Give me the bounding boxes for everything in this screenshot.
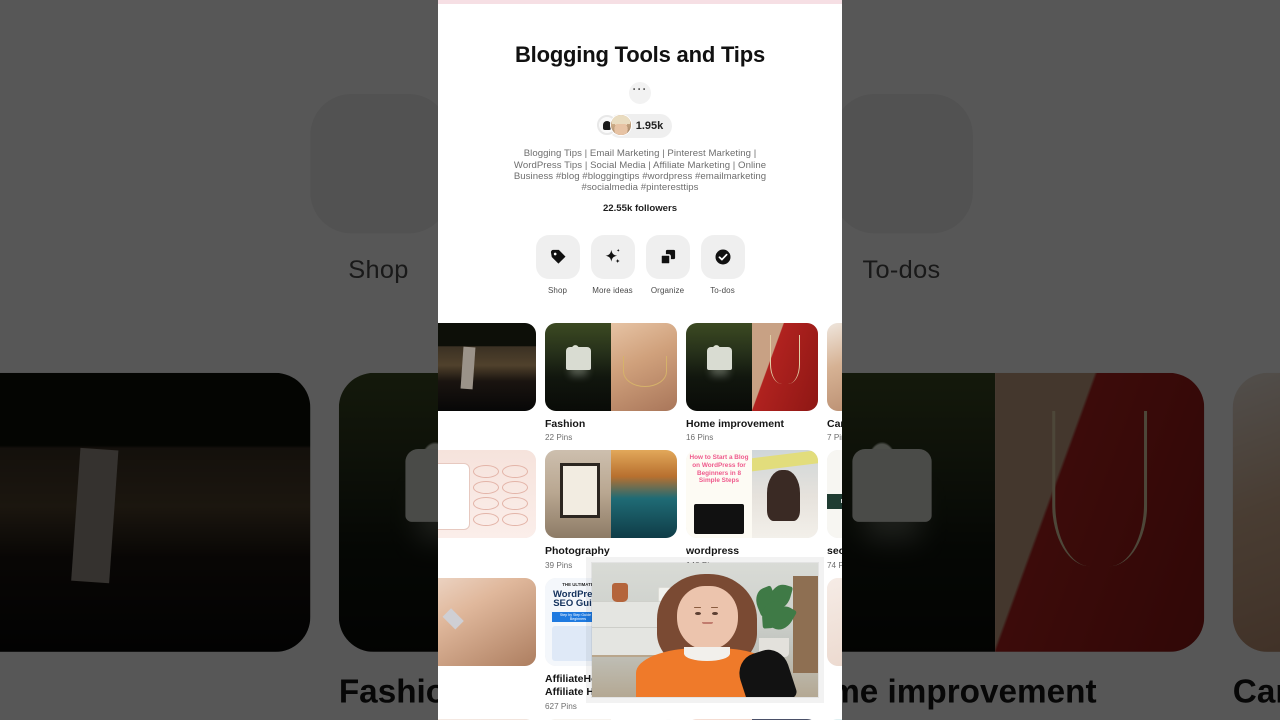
video-overlay-presenter[interactable] <box>592 563 818 697</box>
board-card-home-improvement[interactable]: Home improvement 16 Pins <box>686 322 818 443</box>
board-card-partial-3d[interactable] <box>827 578 842 711</box>
board-thumbnail[interactable] <box>545 322 677 411</box>
layers-icon <box>659 249 675 265</box>
action-button-shop[interactable]: Shop <box>535 234 580 295</box>
board-card-partial-left[interactable] <box>438 322 536 443</box>
thumb-art-placeholder <box>827 578 842 667</box>
board-pin-count: 627 Pins <box>545 701 577 711</box>
thumb-art-chain-necklace <box>827 322 842 411</box>
organize-button-surface[interactable] <box>645 234 690 279</box>
board-pin-count: 74 Pins <box>827 561 842 571</box>
board-card-photography[interactable]: Photography 39 Pins <box>545 450 677 570</box>
board-card-partial-left-3[interactable]: g <box>438 578 536 711</box>
more-horizontal-icon: ··· <box>632 82 648 97</box>
page-title: Blogging Tools and Tips <box>514 42 765 67</box>
boards-row-2: Photography 39 Pins How to Start a Blog … <box>438 450 842 570</box>
board-name: Fashion <box>545 417 586 430</box>
board-thumbnail[interactable]: AI SEOTOOLSBLOGGING <box>827 450 842 539</box>
sparkle-icon <box>605 248 620 263</box>
boards-row-1: Fashion 22 Pins Home improvement 16 Pins <box>438 322 842 443</box>
board-thumbnail[interactable] <box>827 578 842 667</box>
thumb-art-necklace-gold <box>611 322 677 411</box>
action-button-todos[interactable]: To-dos <box>700 234 745 295</box>
thumb-art-heart-necklace <box>438 578 536 667</box>
collaborators-row[interactable]: 1.95k <box>452 114 828 139</box>
action-button-organize[interactable]: Organize <box>645 234 690 295</box>
board-name: Home improvement <box>686 417 785 430</box>
presenter-face <box>676 586 738 651</box>
board-pin-count: 22 Pins <box>545 433 573 443</box>
thumb-art-necklace-red <box>752 322 818 411</box>
screen-root: Blogging Tools and Tips ••• 1.95k Bloggi… <box>0 0 1280 720</box>
board-card-career[interactable]: Career 7 Pins <box>827 322 842 443</box>
board-thumbnail[interactable] <box>438 450 536 539</box>
thumb-art-wordpress-blog-pin: How to Start a Blog on WordPress for Beg… <box>686 450 752 539</box>
board-thumbnail[interactable] <box>686 322 818 411</box>
video-prop-vase <box>612 583 629 602</box>
shop-button-surface[interactable] <box>535 234 580 279</box>
todos-button-surface[interactable] <box>700 234 745 279</box>
overflow-menu-button[interactable]: ··· <box>629 82 651 105</box>
thumb-art-witch-doctor <box>438 322 536 411</box>
board-thumbnail[interactable] <box>438 578 536 667</box>
action-label-more-ideas: More ideas <box>592 285 633 295</box>
board-thumbnail[interactable] <box>438 322 536 411</box>
board-card-partial-left-2[interactable] <box>438 450 536 570</box>
board-card-wordpress[interactable]: How to Start a Blog on WordPress for Beg… <box>686 450 818 570</box>
action-button-more-ideas[interactable]: More ideas <box>590 234 635 295</box>
board-thumbnail[interactable] <box>827 322 842 411</box>
avatar-owner[interactable] <box>609 114 632 137</box>
tag-icon <box>550 249 565 264</box>
thumb-art-instagram-highlights <box>438 450 536 539</box>
action-label-organize: Organize <box>650 285 685 295</box>
thumb-art-ai-seo-tools: AI SEOTOOLSBLOGGING <box>827 450 842 539</box>
thumb-art-fantasy-poster <box>611 450 677 539</box>
thumb-art-framed-print <box>545 450 611 539</box>
board-card-fashion[interactable]: Fashion 22 Pins <box>545 322 677 443</box>
board-pin-count: 7 Pins <box>827 433 842 443</box>
profile-bio: Blogging Tips | Email Marketing | Pinter… <box>513 148 767 194</box>
action-buttons-row: Shop More ideas Organize To-dos <box>452 234 828 295</box>
board-name: g <box>438 673 536 686</box>
action-label-shop: Shop <box>547 285 568 295</box>
follower-count: 22.55k followers <box>602 202 678 214</box>
check-circle-icon <box>715 249 730 265</box>
avatar-hair-icon <box>611 115 630 125</box>
profile-header: Blogging Tools and Tips ··· 1.95k Bloggi… <box>438 4 842 295</box>
thumb-art-ring <box>545 322 611 411</box>
board-thumbnail[interactable] <box>545 450 677 539</box>
collaborator-count: 1.95k <box>635 120 664 133</box>
board-pin-count: 16 Pins <box>686 433 714 443</box>
thumb-art-laptop-woman <box>752 450 818 539</box>
video-prop-door <box>793 576 818 673</box>
board-thumbnail[interactable]: How to Start a Blog on WordPress for Beg… <box>686 450 818 539</box>
board-name: seo <box>827 545 842 558</box>
collaborator-pill[interactable]: 1.95k <box>595 114 673 139</box>
action-label-todos: To-dos <box>710 285 735 295</box>
board-name: Career <box>827 417 842 430</box>
thumb-art-ring <box>686 322 752 411</box>
more-ideas-button-surface[interactable] <box>590 234 635 279</box>
board-card-seo[interactable]: AI SEOTOOLSBLOGGING seo 74 Pins <box>827 450 842 570</box>
